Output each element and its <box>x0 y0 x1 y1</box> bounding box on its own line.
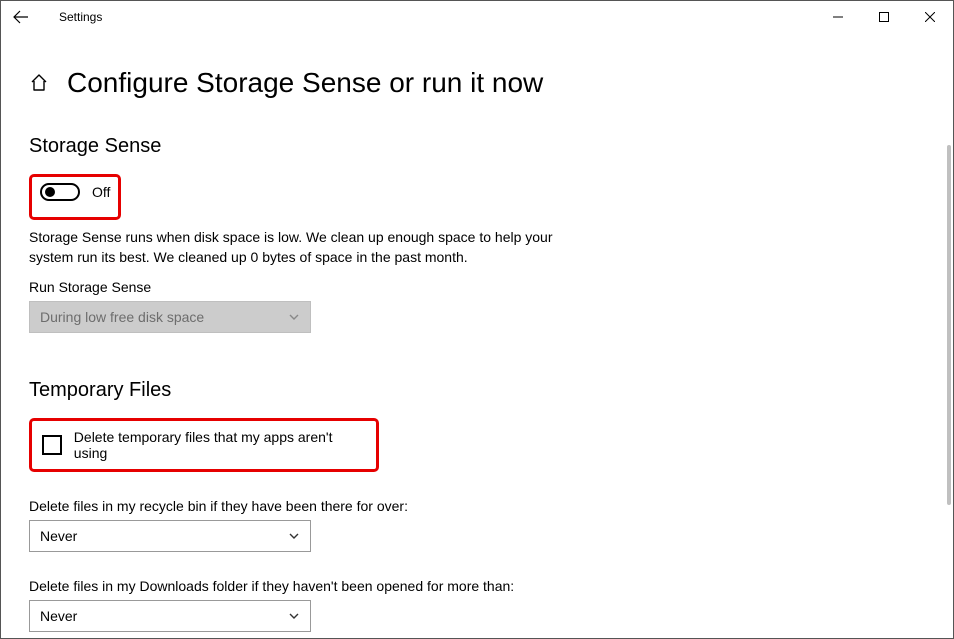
close-button[interactable] <box>907 1 953 33</box>
delete-temp-checkbox[interactable] <box>42 435 62 455</box>
run-storage-sense-label: Run Storage Sense <box>29 279 925 295</box>
storage-sense-description: Storage Sense runs when disk space is lo… <box>29 228 569 267</box>
storage-sense-heading: Storage Sense <box>29 135 925 158</box>
close-icon <box>925 12 935 22</box>
scrollbar[interactable] <box>947 145 951 505</box>
window-title: Settings <box>59 10 102 24</box>
toggle-highlight: Off <box>29 174 121 220</box>
downloads-value: Never <box>40 608 77 624</box>
toggle-state-label: Off <box>92 184 110 200</box>
run-storage-sense-value: During low free disk space <box>40 309 204 325</box>
window-controls <box>815 1 953 33</box>
content-area: Configure Storage Sense or run it now St… <box>1 33 953 638</box>
back-button[interactable] <box>1 1 41 33</box>
downloads-dropdown[interactable]: Never <box>29 600 311 632</box>
minimize-button[interactable] <box>815 1 861 33</box>
title-bar: Settings <box>1 1 953 33</box>
delete-temp-label: Delete temporary files that my apps aren… <box>74 429 366 461</box>
recycle-bin-dropdown[interactable]: Never <box>29 520 311 552</box>
recycle-bin-value: Never <box>40 528 77 544</box>
storage-sense-toggle-row: Off <box>40 183 110 201</box>
maximize-icon <box>879 12 889 22</box>
run-storage-sense-dropdown: During low free disk space <box>29 301 311 333</box>
minimize-icon <box>833 12 843 22</box>
maximize-button[interactable] <box>861 1 907 33</box>
downloads-label: Delete files in my Downloads folder if t… <box>29 578 925 594</box>
chevron-down-icon <box>288 311 300 323</box>
toggle-knob <box>45 187 55 197</box>
storage-sense-toggle[interactable] <box>40 183 80 201</box>
home-button[interactable] <box>29 73 49 93</box>
delete-temp-row: Delete temporary files that my apps aren… <box>42 429 366 461</box>
page-header: Configure Storage Sense or run it now <box>29 67 925 99</box>
page-title: Configure Storage Sense or run it now <box>67 67 543 99</box>
chevron-down-icon <box>288 610 300 622</box>
temporary-files-heading: Temporary Files <box>29 379 925 402</box>
arrow-left-icon <box>13 9 29 25</box>
recycle-bin-label: Delete files in my recycle bin if they h… <box>29 498 925 514</box>
delete-temp-highlight: Delete temporary files that my apps aren… <box>29 418 379 472</box>
settings-window: Settings Configure Storage Sense or run … <box>0 0 954 639</box>
chevron-down-icon <box>288 530 300 542</box>
home-icon <box>29 73 49 93</box>
